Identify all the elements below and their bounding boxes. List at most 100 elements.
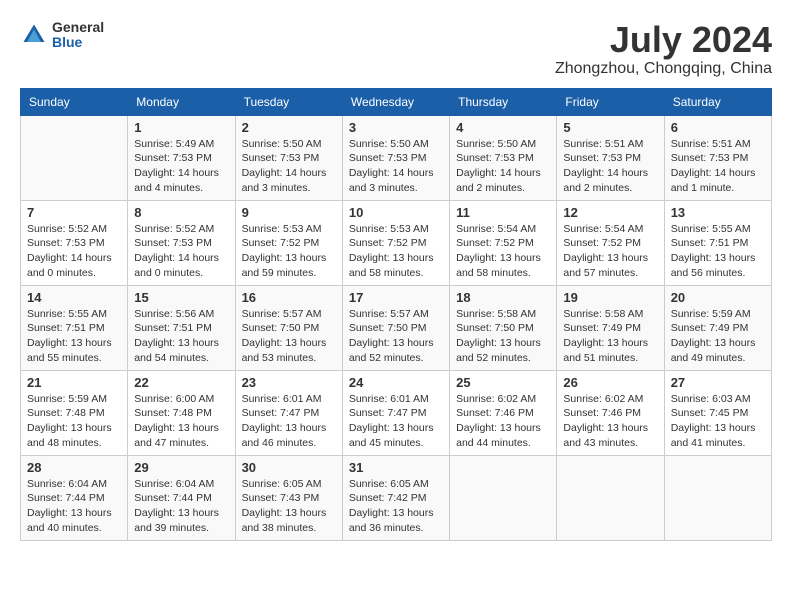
day-info: Sunrise: 5:52 AM Sunset: 7:53 PM Dayligh… xyxy=(27,222,121,281)
calendar-cell: 15 Sunrise: 5:56 AM Sunset: 7:51 PM Dayli… xyxy=(128,285,235,370)
calendar-cell: 18 Sunrise: 5:58 AM Sunset: 7:50 PM Dayli… xyxy=(450,285,557,370)
weekday-header-friday: Friday xyxy=(557,88,664,115)
day-info: Sunrise: 5:59 AM Sunset: 7:49 PM Dayligh… xyxy=(671,307,765,366)
day-info: Sunrise: 6:04 AM Sunset: 7:44 PM Dayligh… xyxy=(27,477,121,536)
weekday-header-thursday: Thursday xyxy=(450,88,557,115)
day-number: 6 xyxy=(671,120,765,135)
weekday-header-saturday: Saturday xyxy=(664,88,771,115)
day-info: Sunrise: 5:50 AM Sunset: 7:53 PM Dayligh… xyxy=(456,137,550,196)
title-block: July 2024 Zhongzhou, Chongqing, China xyxy=(555,20,772,78)
week-row-4: 21Sunrise: 5:59 AM Sunset: 7:48 PM Dayli… xyxy=(21,370,772,455)
location: Zhongzhou, Chongqing, China xyxy=(555,60,772,78)
day-info: Sunrise: 6:00 AM Sunset: 7:48 PM Dayligh… xyxy=(134,392,228,451)
calendar-table: SundayMondayTuesdayWednesdayThursdayFrid… xyxy=(20,88,772,541)
weekday-header-monday: Monday xyxy=(128,88,235,115)
week-row-3: 14 Sunrise: 5:55 AM Sunset: 7:51 PM Dayli… xyxy=(21,285,772,370)
calendar-cell: 16 Sunrise: 5:57 AM Sunset: 7:50 PM Dayli… xyxy=(235,285,342,370)
calendar-cell: 23 Sunrise: 6:01 AM Sunset: 7:47 PM Dayli… xyxy=(235,370,342,455)
day-info: Sunrise: 5:56 AM Sunset: 7:51 PM Dayligh… xyxy=(134,307,228,366)
day-number: 7 xyxy=(27,205,121,220)
calendar-cell: 3 Sunrise: 5:50 AM Sunset: 7:53 PM Daylig… xyxy=(342,115,449,200)
day-info: Sunrise: 6:05 AM Sunset: 7:43 PM Dayligh… xyxy=(242,477,336,536)
day-number: 17 xyxy=(349,290,443,305)
day-info: Sunrise: 5:50 AM Sunset: 7:53 PM Dayligh… xyxy=(349,137,443,196)
calendar-cell: 1Sunrise: 5:49 AM Sunset: 7:53 PM Daylig… xyxy=(128,115,235,200)
calendar-cell: 29Sunrise: 6:04 AM Sunset: 7:44 PM Dayli… xyxy=(128,455,235,540)
calendar-cell: 19Sunrise: 5:58 AM Sunset: 7:49 PM Dayli… xyxy=(557,285,664,370)
day-number: 27 xyxy=(671,375,765,390)
day-info: Sunrise: 6:05 AM Sunset: 7:42 PM Dayligh… xyxy=(349,477,443,536)
weekday-header-sunday: Sunday xyxy=(21,88,128,115)
day-number: 3 xyxy=(349,120,443,135)
calendar-cell: 6 Sunrise: 5:51 AM Sunset: 7:53 PM Daylig… xyxy=(664,115,771,200)
day-number: 22 xyxy=(134,375,228,390)
day-info: Sunrise: 5:53 AM Sunset: 7:52 PM Dayligh… xyxy=(242,222,336,281)
day-number: 1 xyxy=(134,120,228,135)
calendar-cell xyxy=(450,455,557,540)
page-header: General Blue July 2024 Zhongzhou, Chongq… xyxy=(20,20,772,78)
calendar-cell: 8 Sunrise: 5:52 AM Sunset: 7:53 PM Daylig… xyxy=(128,200,235,285)
calendar-cell: 11Sunrise: 5:54 AM Sunset: 7:52 PM Dayli… xyxy=(450,200,557,285)
calendar-cell: 9Sunrise: 5:53 AM Sunset: 7:52 PM Daylig… xyxy=(235,200,342,285)
logo: General Blue xyxy=(20,20,104,51)
calendar-cell: 7 Sunrise: 5:52 AM Sunset: 7:53 PM Daylig… xyxy=(21,200,128,285)
day-info: Sunrise: 5:55 AM Sunset: 7:51 PM Dayligh… xyxy=(671,222,765,281)
calendar-cell xyxy=(664,455,771,540)
day-number: 15 xyxy=(134,290,228,305)
day-number: 29 xyxy=(134,460,228,475)
calendar-cell: 22 Sunrise: 6:00 AM Sunset: 7:48 PM Dayli… xyxy=(128,370,235,455)
day-info: Sunrise: 5:55 AM Sunset: 7:51 PM Dayligh… xyxy=(27,307,121,366)
day-number: 2 xyxy=(242,120,336,135)
week-row-2: 7 Sunrise: 5:52 AM Sunset: 7:53 PM Daylig… xyxy=(21,200,772,285)
day-info: Sunrise: 6:02 AM Sunset: 7:46 PM Dayligh… xyxy=(456,392,550,451)
calendar-cell: 13Sunrise: 5:55 AM Sunset: 7:51 PM Dayli… xyxy=(664,200,771,285)
calendar-cell: 17 Sunrise: 5:57 AM Sunset: 7:50 PM Dayli… xyxy=(342,285,449,370)
day-number: 25 xyxy=(456,375,550,390)
day-number: 8 xyxy=(134,205,228,220)
day-number: 31 xyxy=(349,460,443,475)
day-number: 18 xyxy=(456,290,550,305)
calendar-cell: 2 Sunrise: 5:50 AM Sunset: 7:53 PM Daylig… xyxy=(235,115,342,200)
calendar-cell: 31 Sunrise: 6:05 AM Sunset: 7:42 PM Dayli… xyxy=(342,455,449,540)
day-info: Sunrise: 5:51 AM Sunset: 7:53 PM Dayligh… xyxy=(563,137,657,196)
day-number: 30 xyxy=(242,460,336,475)
day-number: 11 xyxy=(456,205,550,220)
calendar-cell: 20 Sunrise: 5:59 AM Sunset: 7:49 PM Dayli… xyxy=(664,285,771,370)
calendar-cell: 12Sunrise: 5:54 AM Sunset: 7:52 PM Dayli… xyxy=(557,200,664,285)
day-number: 23 xyxy=(242,375,336,390)
day-info: Sunrise: 6:02 AM Sunset: 7:46 PM Dayligh… xyxy=(563,392,657,451)
calendar-cell: 26 Sunrise: 6:02 AM Sunset: 7:46 PM Dayli… xyxy=(557,370,664,455)
day-info: Sunrise: 5:58 AM Sunset: 7:50 PM Dayligh… xyxy=(456,307,550,366)
day-number: 16 xyxy=(242,290,336,305)
logo-general-text: General xyxy=(52,20,104,35)
day-info: Sunrise: 5:50 AM Sunset: 7:53 PM Dayligh… xyxy=(242,137,336,196)
day-info: Sunrise: 5:51 AM Sunset: 7:53 PM Dayligh… xyxy=(671,137,765,196)
weekday-header-tuesday: Tuesday xyxy=(235,88,342,115)
day-number: 4 xyxy=(456,120,550,135)
calendar-cell: 24Sunrise: 6:01 AM Sunset: 7:47 PM Dayli… xyxy=(342,370,449,455)
day-number: 21 xyxy=(27,375,121,390)
calendar-cell: 5Sunrise: 5:51 AM Sunset: 7:53 PM Daylig… xyxy=(557,115,664,200)
day-number: 10 xyxy=(349,205,443,220)
week-row-1: 1Sunrise: 5:49 AM Sunset: 7:53 PM Daylig… xyxy=(21,115,772,200)
calendar-cell: 4 Sunrise: 5:50 AM Sunset: 7:53 PM Daylig… xyxy=(450,115,557,200)
day-number: 24 xyxy=(349,375,443,390)
day-number: 19 xyxy=(563,290,657,305)
calendar-cell: 21Sunrise: 5:59 AM Sunset: 7:48 PM Dayli… xyxy=(21,370,128,455)
day-number: 26 xyxy=(563,375,657,390)
day-number: 28 xyxy=(27,460,121,475)
day-info: Sunrise: 5:52 AM Sunset: 7:53 PM Dayligh… xyxy=(134,222,228,281)
week-row-5: 28 Sunrise: 6:04 AM Sunset: 7:44 PM Dayli… xyxy=(21,455,772,540)
day-info: Sunrise: 5:54 AM Sunset: 7:52 PM Dayligh… xyxy=(563,222,657,281)
month-title: July 2024 xyxy=(555,20,772,60)
day-number: 14 xyxy=(27,290,121,305)
day-number: 20 xyxy=(671,290,765,305)
day-info: Sunrise: 6:01 AM Sunset: 7:47 PM Dayligh… xyxy=(242,392,336,451)
calendar-cell: 14 Sunrise: 5:55 AM Sunset: 7:51 PM Dayli… xyxy=(21,285,128,370)
calendar-cell: 28 Sunrise: 6:04 AM Sunset: 7:44 PM Dayli… xyxy=(21,455,128,540)
day-info: Sunrise: 5:57 AM Sunset: 7:50 PM Dayligh… xyxy=(349,307,443,366)
day-info: Sunrise: 5:57 AM Sunset: 7:50 PM Dayligh… xyxy=(242,307,336,366)
calendar-cell xyxy=(21,115,128,200)
day-info: Sunrise: 5:53 AM Sunset: 7:52 PM Dayligh… xyxy=(349,222,443,281)
weekday-header-row: SundayMondayTuesdayWednesdayThursdayFrid… xyxy=(21,88,772,115)
